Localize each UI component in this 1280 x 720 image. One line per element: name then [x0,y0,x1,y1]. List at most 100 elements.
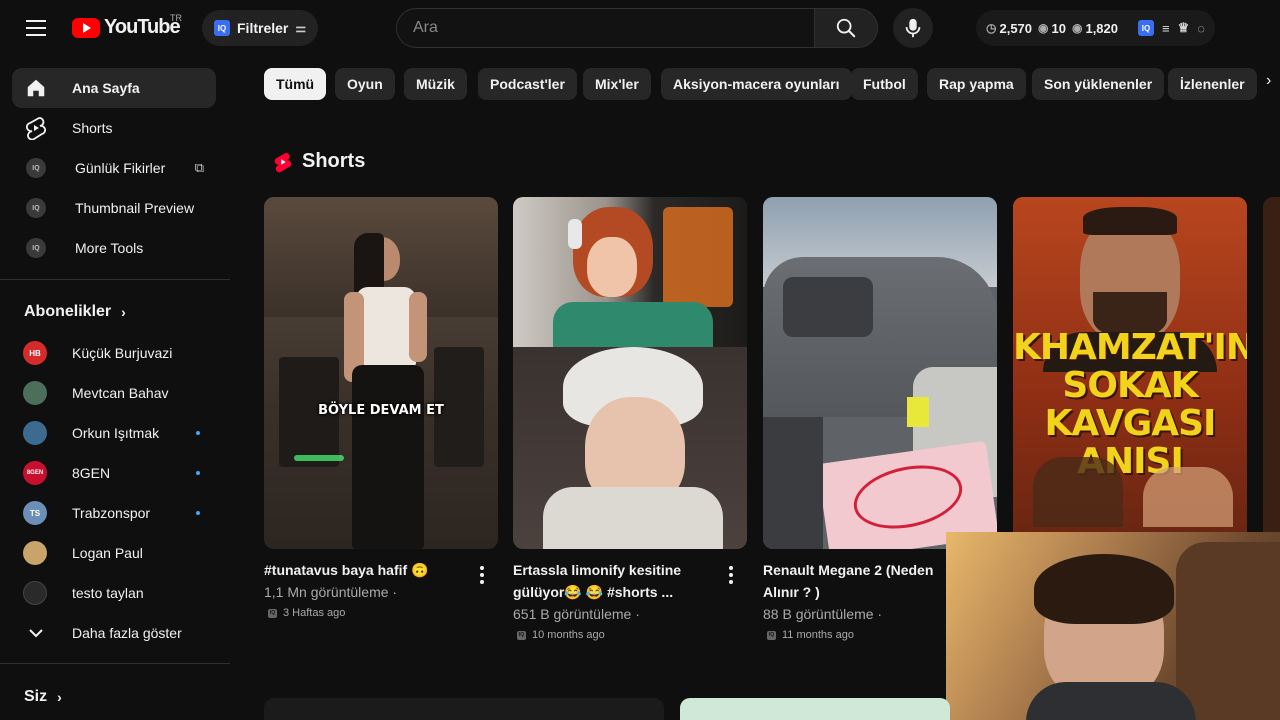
subscription-item[interactable]: testo taylan [12,573,216,613]
iq-icon: IQ [517,630,526,640]
short-age: IQ 10 months ago [517,629,605,641]
list-icon[interactable]: ≡ [1162,21,1170,36]
chip-gaming[interactable]: Oyun [335,68,395,100]
subscription-item[interactable]: HB Küçük Burjuvazi [12,333,216,373]
chip-football[interactable]: Futbol [851,68,918,100]
chip-mixes[interactable]: Mix'ler [583,68,651,100]
short-card[interactable]: KHAMZAT'IN SOKAK KAVGASI ANISI [1013,197,1247,533]
shorts-icon [24,116,48,140]
filters-button[interactable]: IQ Filtreler ⚌ [202,10,319,46]
subscription-item[interactable]: TS Trabzonspor [12,493,216,533]
voice-search-button[interactable] [893,8,933,48]
chip-podcasts[interactable]: Podcast'ler [478,68,577,100]
short-age: IQ 3 Haftas ago [268,607,345,619]
next-short-peek[interactable] [1263,197,1280,549]
sidebar-item-label: Ana Sayfa [72,80,140,96]
search-button[interactable] [814,8,878,48]
short-title[interactable]: Ertassla limonify kesitine gülüyor😂 😂 #s… [513,559,719,603]
more-options-button[interactable] [474,565,490,585]
iq-icon: IQ [26,158,46,178]
sidebar-item-shorts[interactable]: Shorts [12,108,216,148]
chat-icon[interactable]: ◌ [1197,21,1205,36]
show-more-label: Daha fazla göster [72,625,182,641]
views-count: 2,570 [999,20,1033,36]
chevron-right-icon: › [57,689,62,705]
iq-icon: IQ [26,238,46,258]
subscription-item[interactable]: Mevtcan Bahav [12,373,216,413]
short-title[interactable]: #tunatavus baya hafif 🙃 [264,559,470,581]
hamburger-menu-button[interactable] [20,14,52,42]
short-card[interactable]: Ertassla limonify kesitine gülüyor😂 😂 #s… [513,197,747,641]
youtube-logo[interactable]: YouTube TR [72,13,182,39]
chips-next-icon[interactable]: › [1266,72,1271,90]
search-input[interactable] [413,19,814,37]
short-card[interactable]: BÖYLE DEVAM ET #tunatavus baya hafif 🙃 1… [264,197,498,619]
subscriptions-header[interactable]: Abonelikler › [24,303,126,321]
iq-icon: IQ [268,608,277,618]
extension-stats-bar: ◷ 2,570 ◉ 10 ◉ 1,820 IQ ≡ ♕ ◌ [976,10,1215,46]
iq-extension-icon[interactable]: IQ [1138,20,1155,36]
subscription-item[interactable]: Logan Paul [12,533,216,573]
you-header[interactable]: Siz › [24,688,62,706]
short-thumbnail[interactable]: KHAMZAT'IN SOKAK KAVGASI ANISI [1013,197,1247,533]
trophy-icon[interactable]: ♕ [1178,20,1190,36]
clock-icon: ◷ [986,21,997,35]
sidebar-item-home[interactable]: Ana Sayfa [12,68,216,108]
eye-icon: ◉ [1071,21,1083,35]
short-views: 88 B görüntüleme · [763,606,883,622]
sidebar-item-thumbnail-preview[interactable]: IQ Thumbnail Preview [12,188,216,228]
next-row-thumbnail[interactable] [680,698,950,720]
chevron-down-icon [24,621,48,645]
microphone-icon [905,18,921,38]
avatar [23,381,47,405]
webcam-overlay [946,532,1280,720]
sidebar: Ana Sayfa Shorts IQ Günlük Fikirler ⧉ IQ… [0,56,230,720]
chip-music[interactable]: Müzik [404,68,467,100]
short-title[interactable]: Renault Megane 2 (Neden Alınır ? ) [763,559,969,603]
short-card[interactable]: Renault Megane 2 (Neden Alınır ? ) 88 B … [763,197,997,641]
likes-count: 10 [1051,20,1066,36]
category-chips: Tümü Oyun Müzik Podcast'ler Mix'ler Aksi… [264,68,1280,100]
subscription-item[interactable]: Orkun Işıtmak [12,413,216,453]
next-row-thumbnail[interactable] [264,698,664,720]
chip-watched[interactable]: İzlenenler [1168,68,1257,100]
short-thumbnail[interactable] [513,197,747,549]
subscription-item[interactable]: 8GEN 8GEN [12,453,216,493]
subscription-label: Mevtcan Bahav [72,385,169,401]
you-title: Siz [24,688,48,705]
shorts-logo-icon [274,151,292,173]
stat-likes: ◉ 10 [1038,21,1066,36]
subscription-label: Logan Paul [72,545,143,561]
chip-rap[interactable]: Rap yapma [927,68,1026,100]
subscription-label: Küçük Burjuvazi [72,345,173,361]
sidebar-item-more-tools[interactable]: IQ More Tools [12,228,216,268]
logo-text: YouTube [104,16,181,38]
sidebar-item-label: Günlük Fikirler [75,160,166,176]
sidebar-divider [0,663,230,664]
avatar [23,541,47,565]
chip-recently-uploaded[interactable]: Son yüklenenler [1032,68,1165,100]
iq-icon: IQ [214,20,230,36]
filters-label: Filtreler [237,20,289,36]
tune-icon: ⚌ [295,21,307,35]
more-options-button[interactable] [723,565,739,585]
search-box [396,8,814,48]
subscription-label: testo taylan [72,585,144,601]
short-thumbnail[interactable]: BÖYLE DEVAM ET [264,197,498,549]
short-thumbnail[interactable] [763,197,997,549]
thumbnail-overlay-text: KHAMZAT'IN SOKAK KAVGASI ANISI [1013,327,1247,482]
sidebar-item-daily-ideas[interactable]: IQ Günlük Fikirler ⧉ [12,148,216,188]
subscription-label: Orkun Işıtmak [72,425,160,441]
sidebar-item-label: Shorts [72,120,113,136]
youtube-play-icon [72,17,100,38]
iq-icon: IQ [767,630,776,640]
new-content-dot [196,471,200,475]
show-more-button[interactable]: Daha fazla göster [12,613,216,653]
chip-all[interactable]: Tümü [264,68,327,100]
avatar [23,421,47,445]
stat-watch: ◉ 1,820 [1072,21,1118,36]
search-icon [836,18,856,38]
avatar: TS [23,501,47,525]
chip-action-adventure[interactable]: Aksiyon-macera oyunları [661,68,852,100]
home-icon [24,76,48,100]
